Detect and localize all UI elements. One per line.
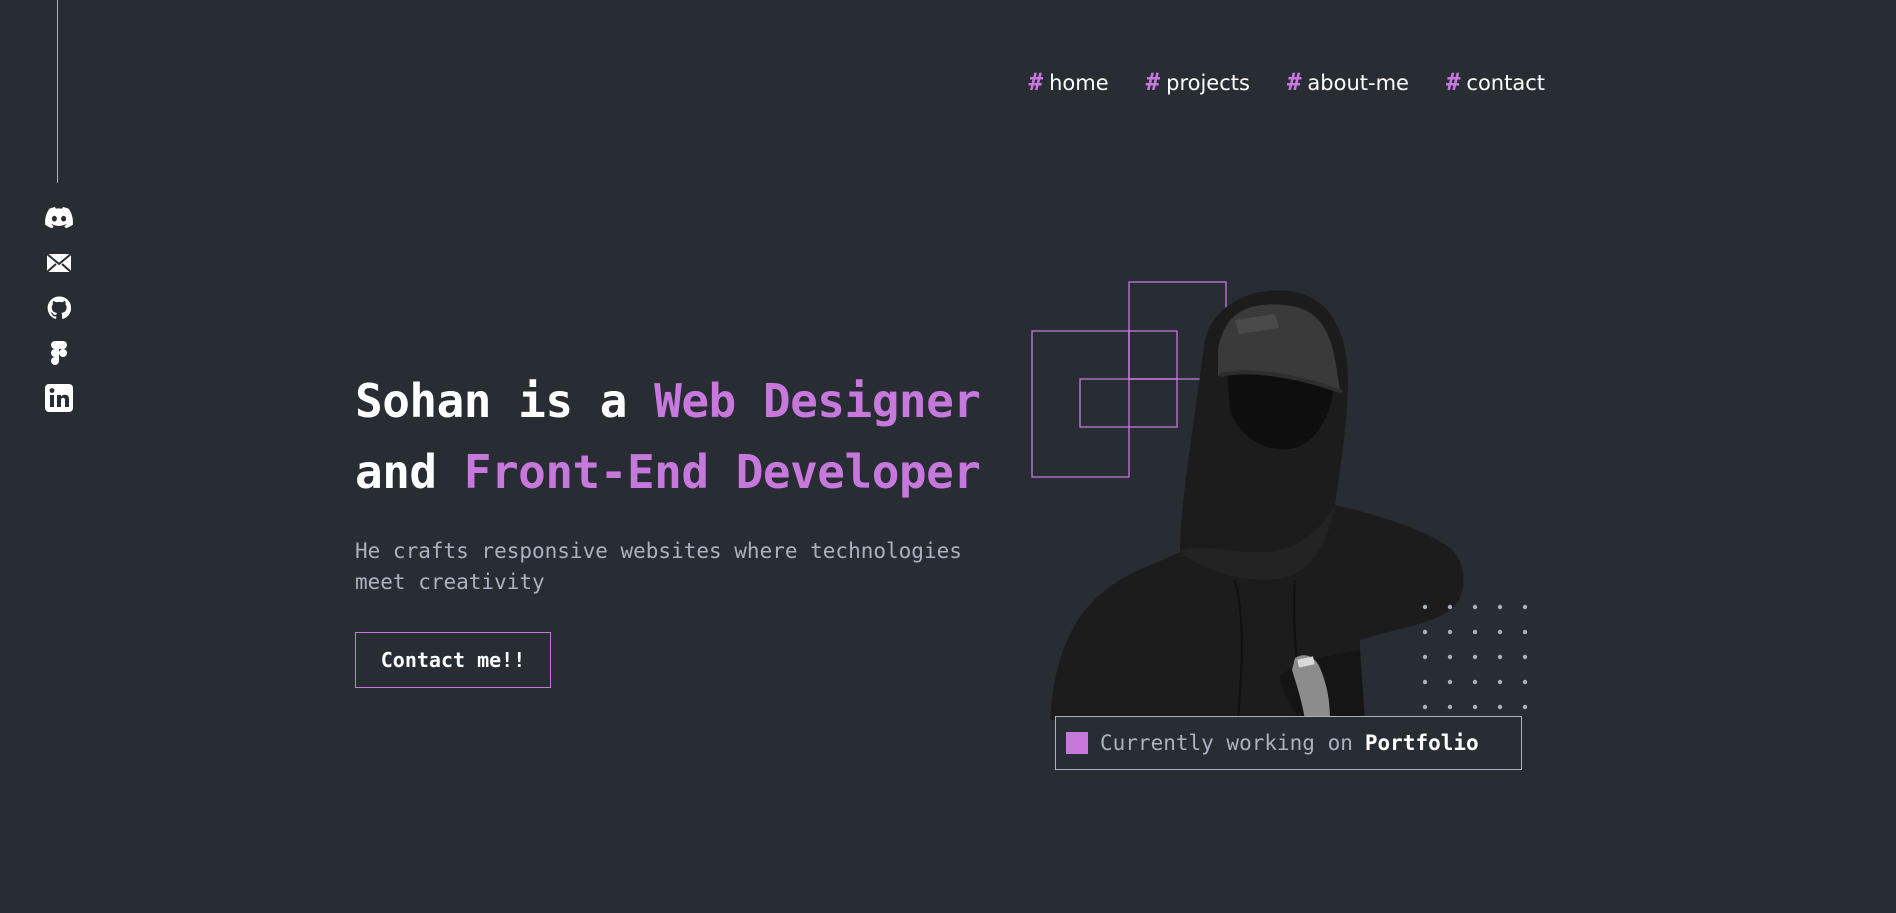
linkedin-icon [45,384,73,412]
main-nav: # home # projects # about-me # contact [1029,68,1545,96]
github-icon [47,296,71,320]
nav-label-about-me: about-me [1307,71,1409,95]
figma-icon [51,341,67,365]
figma-link[interactable] [44,338,74,368]
person-photo [1050,290,1464,720]
social-links [44,203,74,428]
nav-hash: # [1445,68,1461,96]
nav-item-projects[interactable]: # projects [1146,68,1250,96]
hero-headline: Sohan is a Web Designer and Front-End De… [355,366,981,508]
contact-me-button[interactable]: Contact me!! [355,632,551,688]
email-link[interactable] [44,248,74,278]
mail-icon [46,253,72,273]
nav-hash: # [1028,68,1044,96]
headline-line-1: Sohan is a Web Designer [355,366,981,437]
status-square-icon [1066,732,1088,754]
nav-hash: # [1286,68,1302,96]
headline-line-2-plain: and [355,445,464,499]
nav-item-about-me[interactable]: # about-me [1287,68,1409,96]
portfolio-page: # home # projects # about-me # contact S… [0,0,1896,913]
nav-item-home[interactable]: # home [1029,68,1109,96]
nav-label-projects: projects [1166,71,1250,95]
nav-label-home: home [1049,71,1109,95]
headline-role-web-designer: Web Designer [654,374,981,428]
nav-item-contact[interactable]: # contact [1446,68,1545,96]
nav-hash: # [1145,68,1161,96]
dot-grid-decoration [1422,604,1528,710]
status-project: Portfolio [1364,731,1479,755]
github-link[interactable] [44,293,74,323]
headline-line-2: and Front-End Developer [355,437,981,508]
nav-label-contact: contact [1466,71,1545,95]
current-work-status: Currently working on Portfolio [1055,716,1522,770]
status-prefix: Currently working on [1100,731,1353,755]
hero-illustration [1031,281,1528,720]
rail-line [57,0,58,183]
hero-subtext: He crafts responsive websites where tech… [355,539,962,594]
discord-icon [45,207,73,229]
discord-link[interactable] [44,203,74,233]
headline-role-front-end: Front-End Developer [463,445,981,499]
linkedin-link[interactable] [44,383,74,413]
headline-line-1-plain: Sohan is a [355,374,655,428]
